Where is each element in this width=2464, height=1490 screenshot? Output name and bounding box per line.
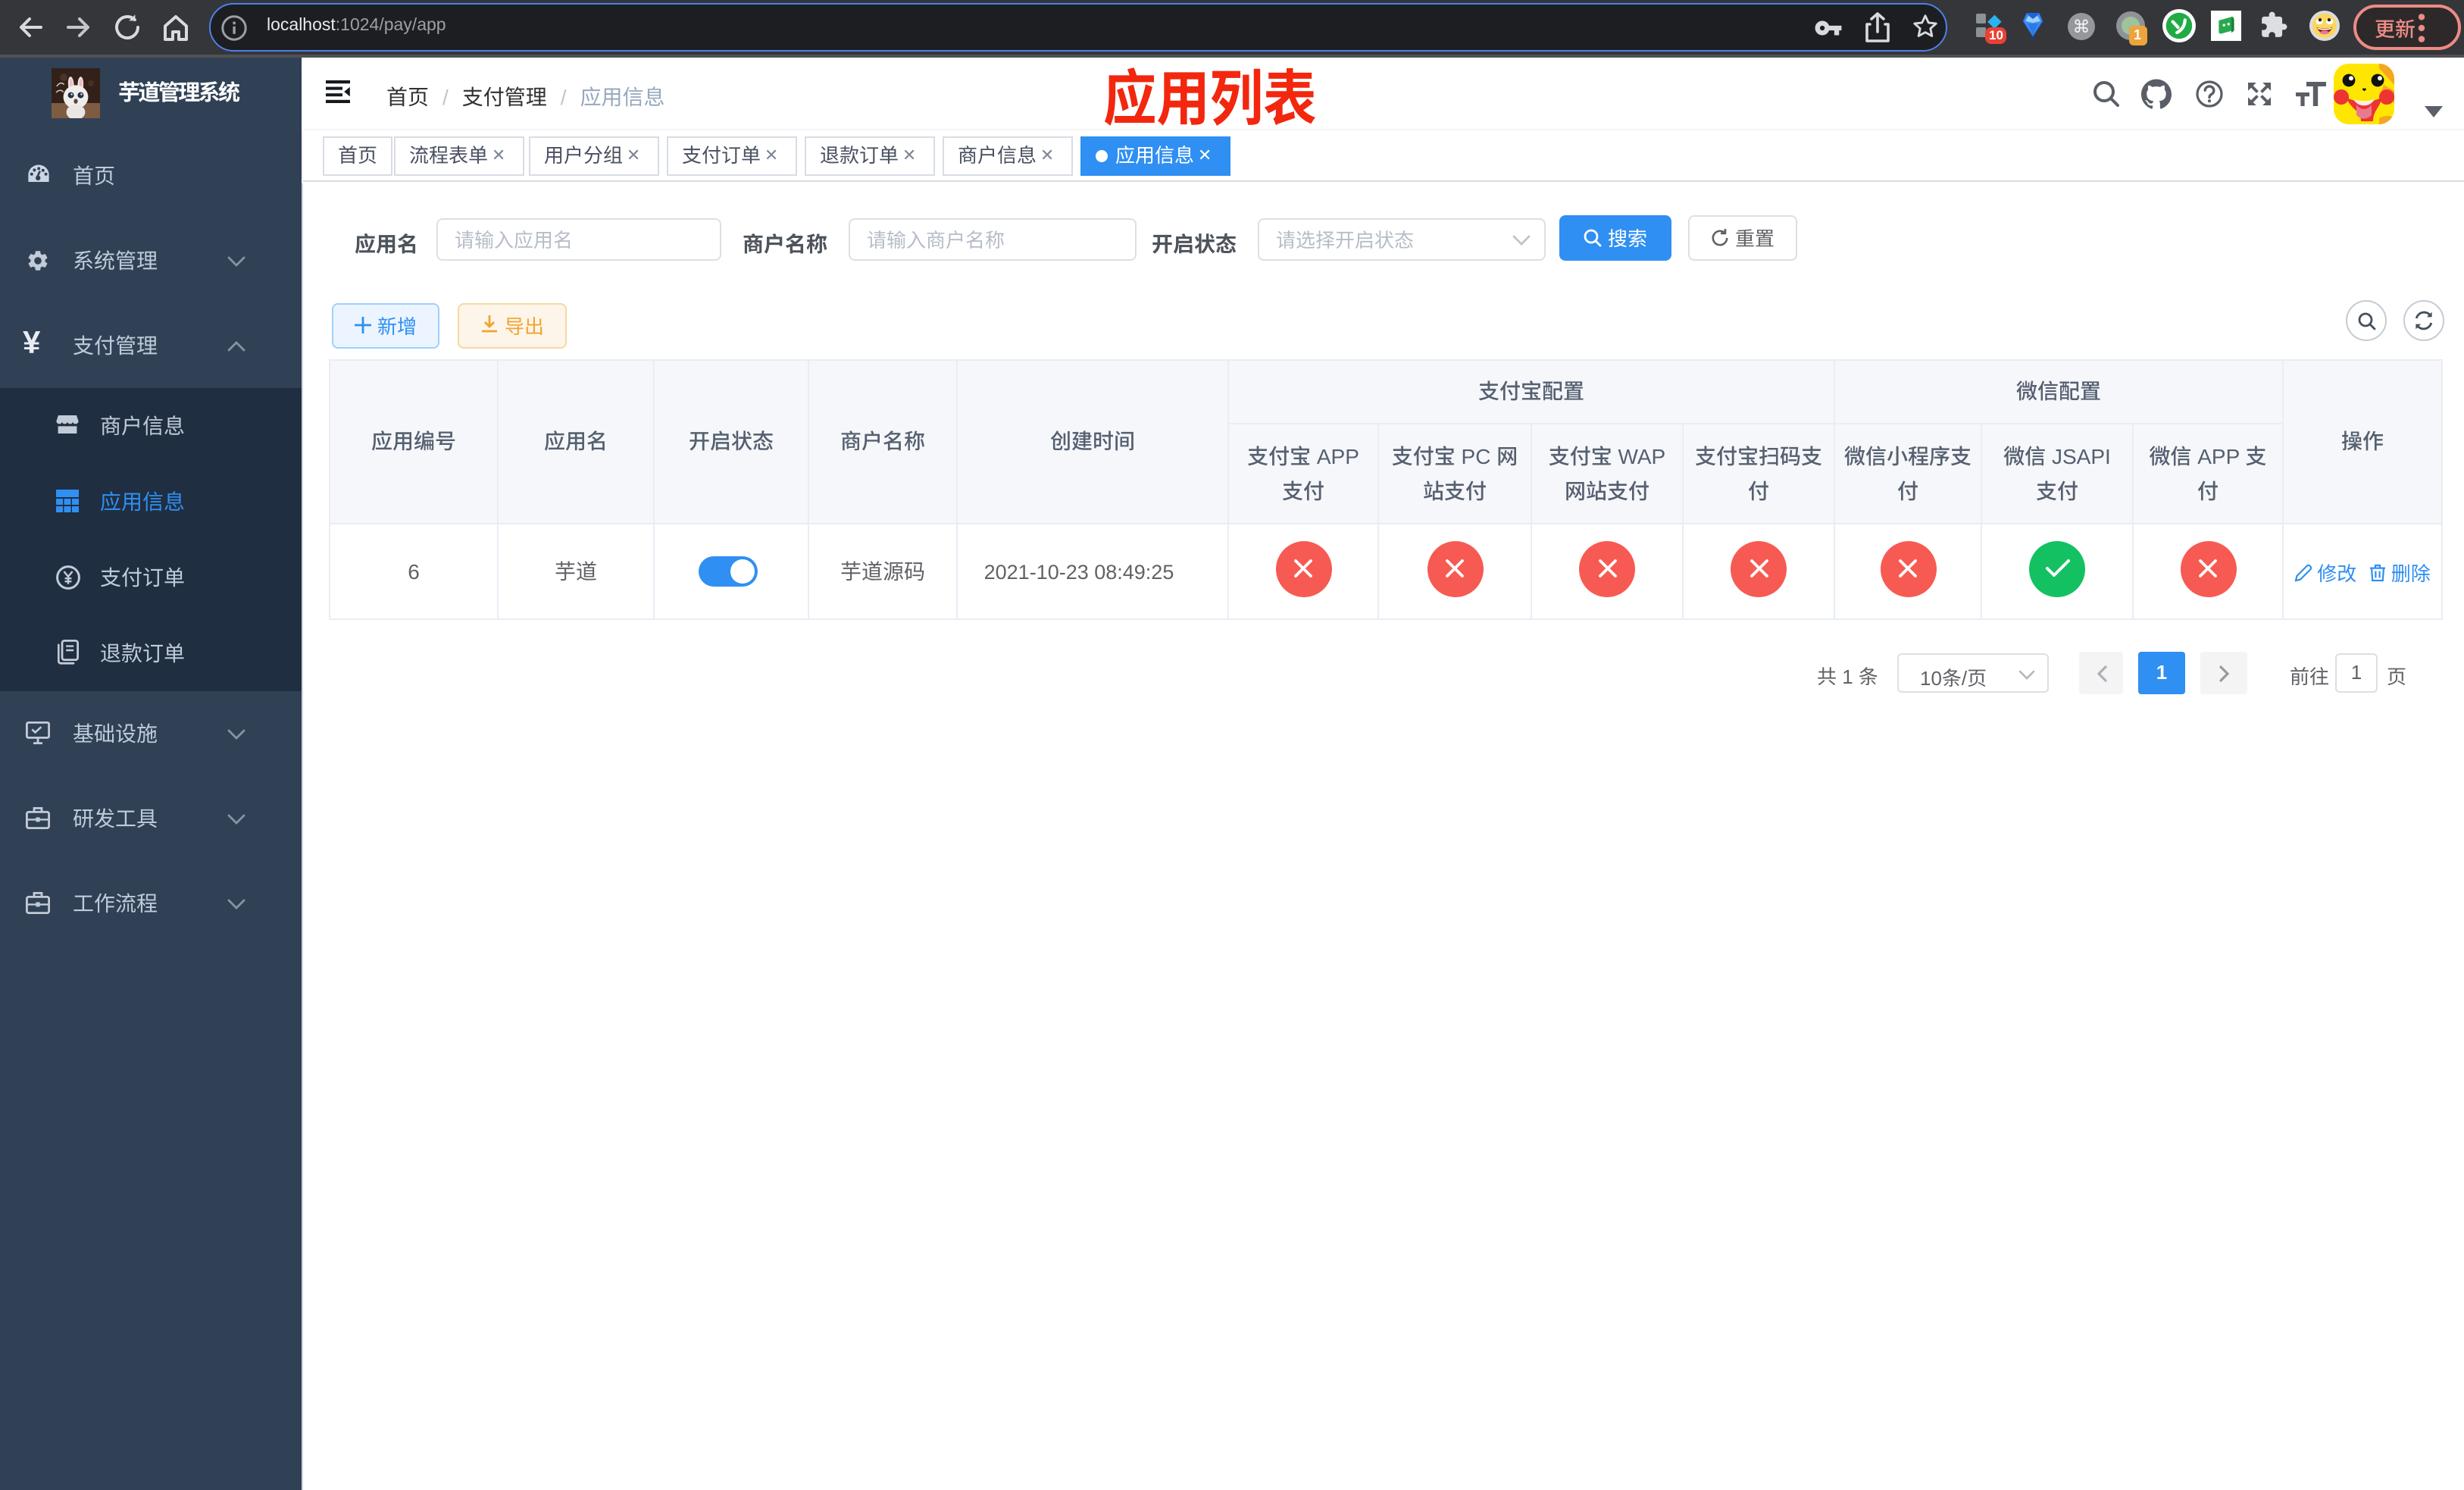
- svg-text:⌘: ⌘: [2073, 17, 2090, 36]
